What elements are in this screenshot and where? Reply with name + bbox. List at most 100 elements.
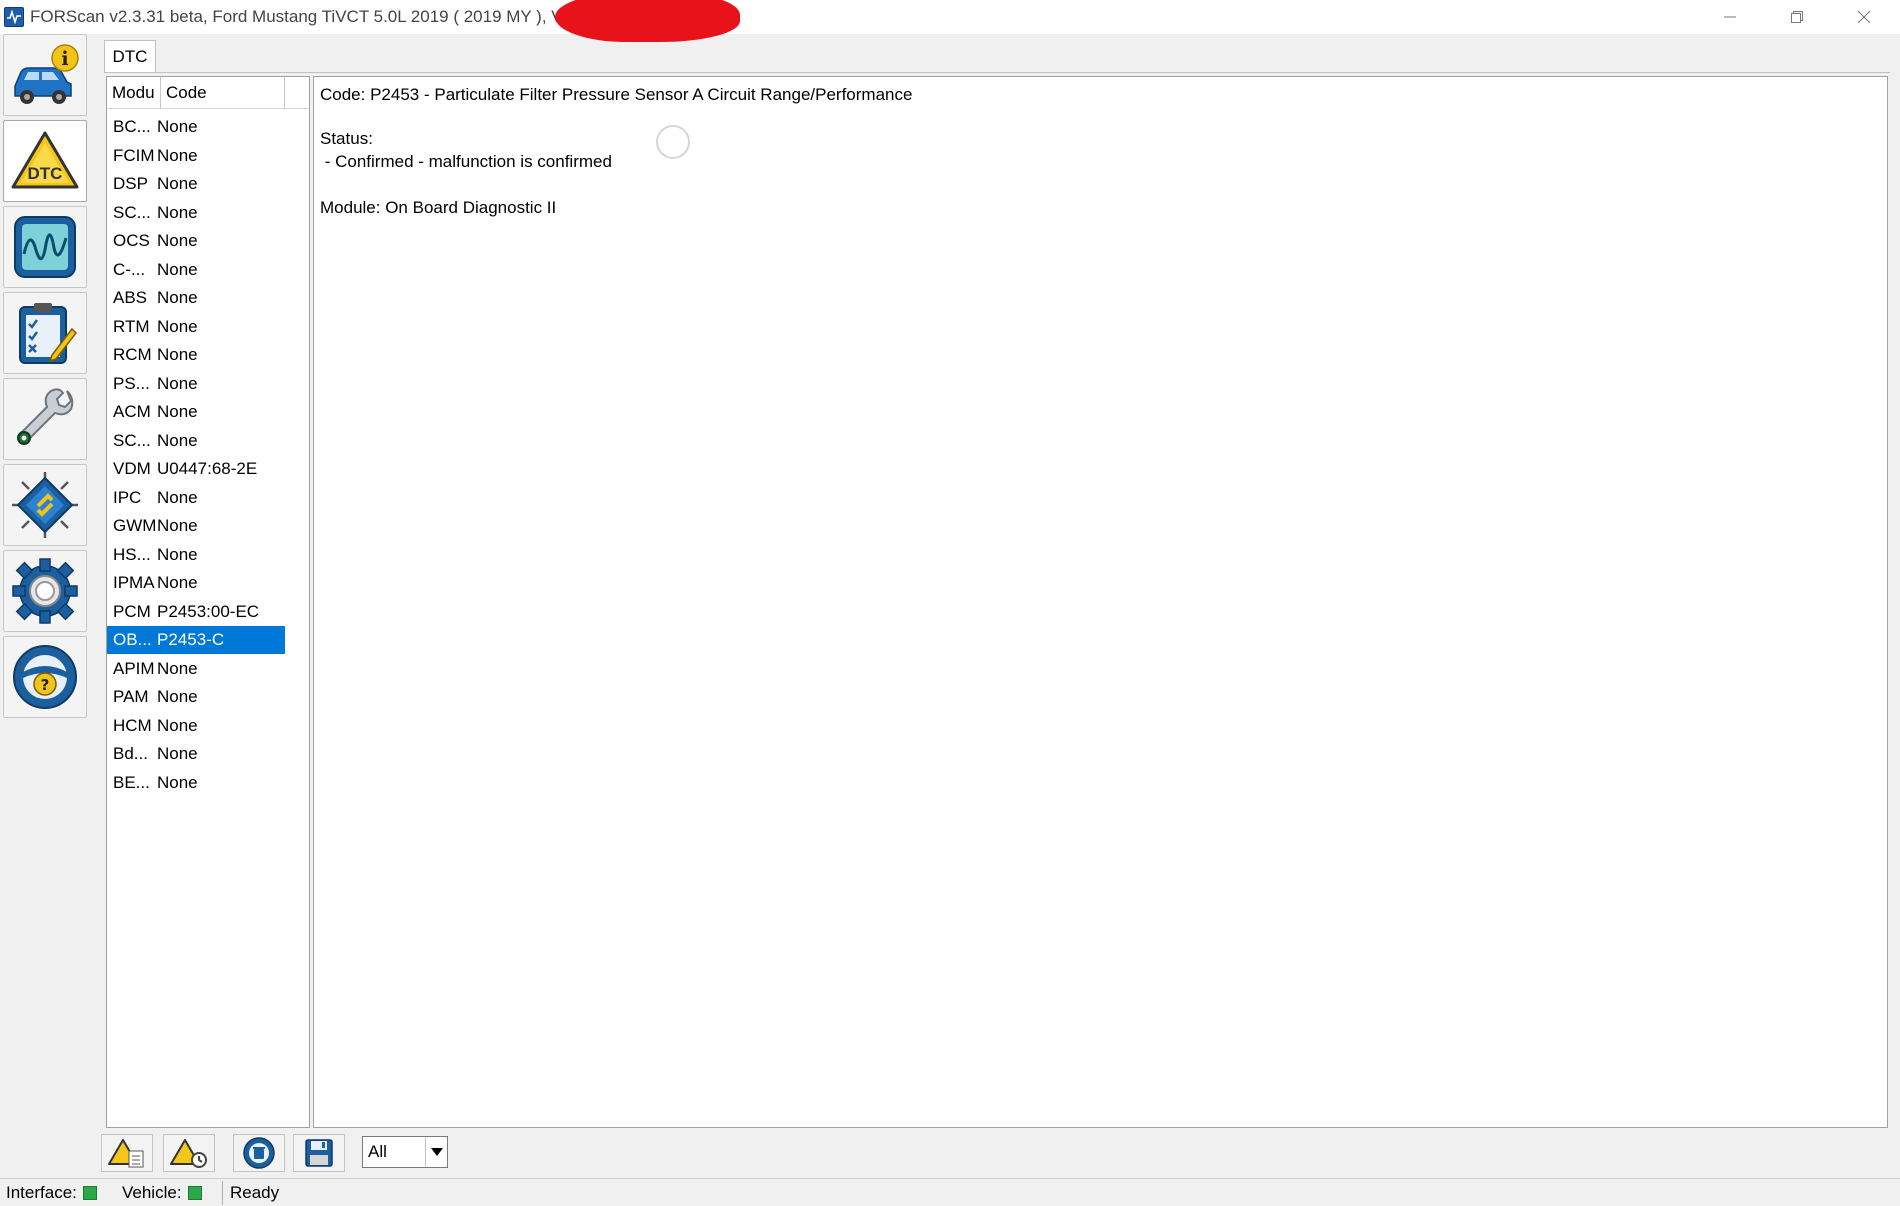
svg-text:DTC: DTC <box>28 164 63 183</box>
tab-dtc[interactable]: DTC <box>104 40 156 72</box>
code-cell: None <box>157 373 198 393</box>
table-row[interactable]: IPC None <box>107 484 285 512</box>
module-cell: RTM <box>113 316 150 336</box>
sidebar-item-oscilloscope[interactable] <box>3 206 87 288</box>
main-sidebar: i DTC ? <box>0 34 88 720</box>
table-row[interactable]: OCS None <box>107 227 285 255</box>
help-icon: ? <box>13 645 77 709</box>
module-cell: DSP <box>113 174 148 193</box>
title-bar: FORScan v2.3.31 beta, Ford Mustang TiVCT… <box>0 0 1900 42</box>
restore-button[interactable] <box>1764 0 1830 34</box>
window-title: FORScan v2.3.31 beta, Ford Mustang TiVCT… <box>30 7 580 26</box>
dtc-table-header: Modu Code <box>107 77 309 109</box>
table-row[interactable]: DSP None <box>107 170 285 198</box>
car-info-icon: i <box>14 44 79 104</box>
sidebar-item-tests[interactable] <box>3 292 87 374</box>
table-row[interactable]: APIM None <box>107 655 285 683</box>
table-row[interactable]: PS... None <box>107 370 285 398</box>
code-cell: None <box>157 145 198 165</box>
interface-status: Interface: <box>6 1181 97 1205</box>
checklist-icon <box>19 303 77 364</box>
code-cell: None <box>157 687 198 706</box>
module-cell: PCM <box>113 601 151 621</box>
close-icon <box>1857 10 1871 24</box>
loading-indicator <box>656 125 690 159</box>
minimize-icon <box>1724 16 1736 18</box>
sidebar-item-dtc[interactable]: DTC <box>3 120 87 202</box>
module-cell: APIM <box>113 658 155 678</box>
oscilloscope-icon <box>14 216 76 278</box>
table-row[interactable]: C-... None <box>107 256 285 284</box>
table-row[interactable]: FCIM None <box>107 142 285 170</box>
table-row[interactable]: RCM None <box>107 341 285 369</box>
module-cell: OB... <box>113 630 152 649</box>
sidebar-item-settings[interactable] <box>3 550 87 632</box>
table-row[interactable]: IPMA None <box>107 569 285 597</box>
column-header-module[interactable]: Modu <box>107 77 161 109</box>
save-button[interactable] <box>293 1134 345 1172</box>
module-cell: RCM <box>113 345 152 364</box>
vehicle-label: Vehicle: <box>122 1183 182 1202</box>
code-cell: None <box>157 316 198 336</box>
table-row[interactable]: ACM None <box>107 398 285 426</box>
code-cell: P2453:00-EC <box>157 601 260 621</box>
table-row[interactable]: HCM None <box>107 712 285 740</box>
code-cell: None <box>157 288 198 307</box>
column-header-code[interactable]: Code <box>161 77 285 109</box>
interface-status-indicator <box>82 1186 97 1200</box>
table-row[interactable]: Bd... None <box>107 740 285 768</box>
gear-icon <box>12 558 78 624</box>
chevron-down-icon[interactable] <box>425 1137 447 1167</box>
code-cell: None <box>157 658 198 678</box>
code-cell: P2453-C <box>157 630 225 649</box>
table-row[interactable]: PCM P2453:00-EC <box>107 598 285 626</box>
dtc-filter-value: All <box>368 1142 387 1161</box>
module-cell: Bd... <box>113 744 148 763</box>
dtc-filter-select[interactable]: All <box>362 1136 448 1168</box>
close-button[interactable] <box>1831 0 1897 34</box>
minimize-button[interactable] <box>1697 0 1763 34</box>
sidebar-item-vehicle-info[interactable]: i <box>3 34 87 116</box>
code-cell: None <box>157 259 198 279</box>
sidebar-item-service[interactable] <box>3 378 87 460</box>
code-cell: None <box>157 117 198 136</box>
sidebar-item-configuration[interactable] <box>3 464 87 546</box>
table-row[interactable]: OB... P2453-C <box>107 626 285 654</box>
table-row[interactable]: SC... None <box>107 427 285 455</box>
module-cell: SC... <box>113 202 151 222</box>
table-row[interactable]: ABS None <box>107 284 285 312</box>
dtc-details-panel: Code: P2453 - Particulate Filter Pressur… <box>313 76 1888 1128</box>
save-icon <box>305 1139 333 1167</box>
module-cell: ACM <box>113 402 151 421</box>
read-dtc-refresh-button[interactable] <box>163 1134 215 1172</box>
code-cell: None <box>157 715 198 735</box>
module-cell: PS... <box>113 373 150 393</box>
table-row[interactable]: VDM U0447:68-2E <box>107 455 285 483</box>
table-row[interactable]: SC... None <box>107 199 285 227</box>
dtc-status-label: Status: <box>320 129 373 148</box>
module-cell: BE... <box>113 772 150 792</box>
table-row[interactable]: BE... None <box>107 769 285 797</box>
module-cell: IPMA <box>113 573 155 592</box>
table-row[interactable]: PAM None <box>107 683 285 711</box>
status-divider <box>222 1181 223 1205</box>
dtc-warning-icon: DTC <box>11 131 79 189</box>
dtc-table[interactable]: Modu Code BC... None FCIM None DSP None SC... N… <box>106 76 310 1128</box>
svg-text:i: i <box>61 48 68 70</box>
module-cell: HS... <box>113 544 151 564</box>
sidebar-item-help[interactable]: ? <box>3 636 87 718</box>
code-cell: None <box>157 174 198 193</box>
clear-dtc-button[interactable] <box>233 1134 285 1172</box>
read-dtc-button[interactable] <box>101 1134 153 1172</box>
dtc-status-value: - Confirmed - malfunction is confirmed <box>320 152 612 171</box>
table-row[interactable]: BC... None <box>107 113 285 141</box>
table-row[interactable]: RTM None <box>107 313 285 341</box>
table-row[interactable]: HS... None <box>107 541 285 569</box>
module-cell: SC... <box>113 430 151 450</box>
svg-text:?: ? <box>41 676 50 694</box>
restore-icon <box>1791 11 1803 23</box>
clear-icon <box>243 1137 275 1169</box>
module-cell: FCIM <box>113 145 155 165</box>
code-cell: None <box>157 231 198 250</box>
table-row[interactable]: GWM None <box>107 512 285 540</box>
